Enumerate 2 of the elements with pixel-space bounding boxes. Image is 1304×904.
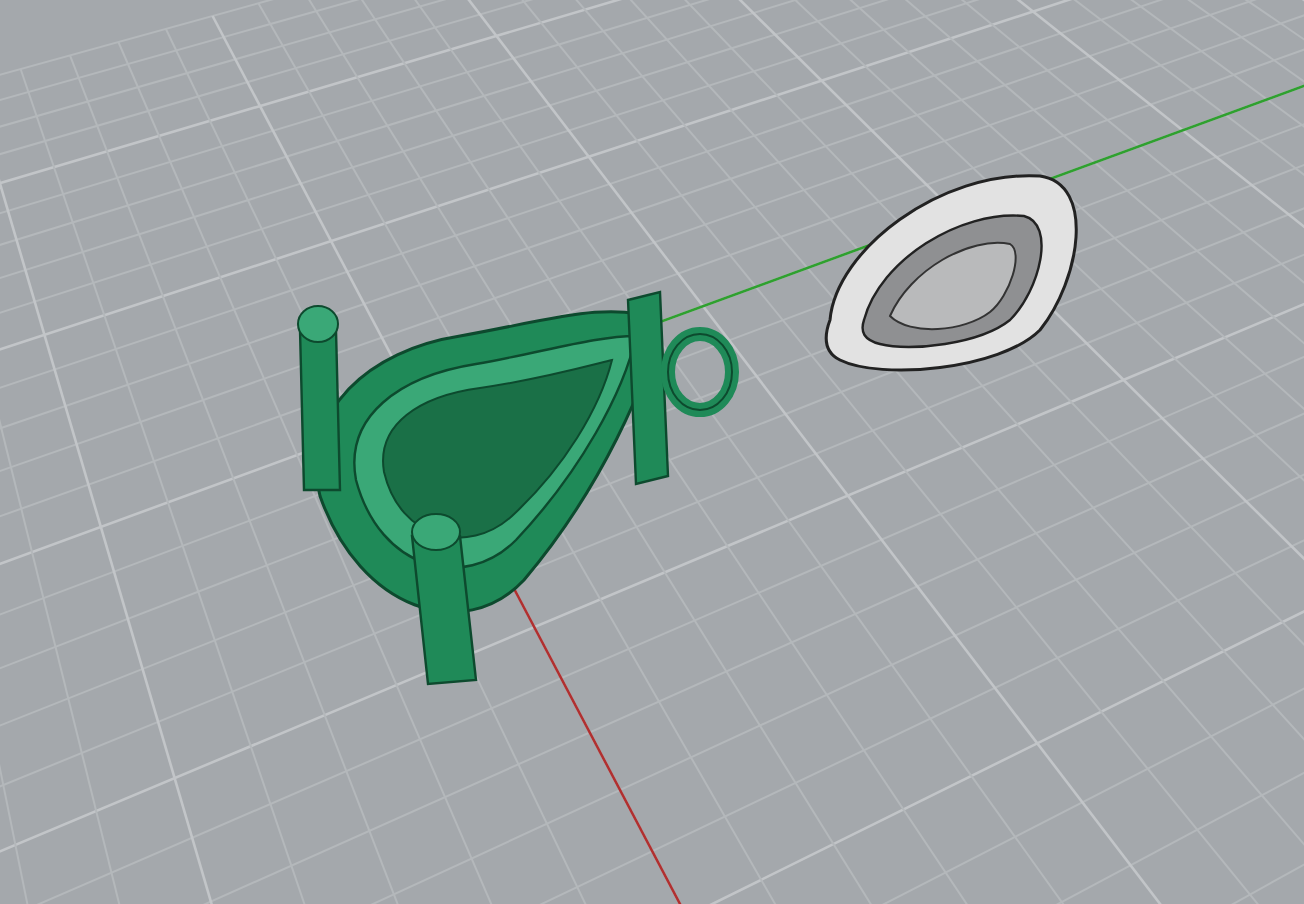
pendant-setting-drawing[interactable] (297, 290, 739, 686)
bail-drawing[interactable] (824, 174, 1078, 372)
